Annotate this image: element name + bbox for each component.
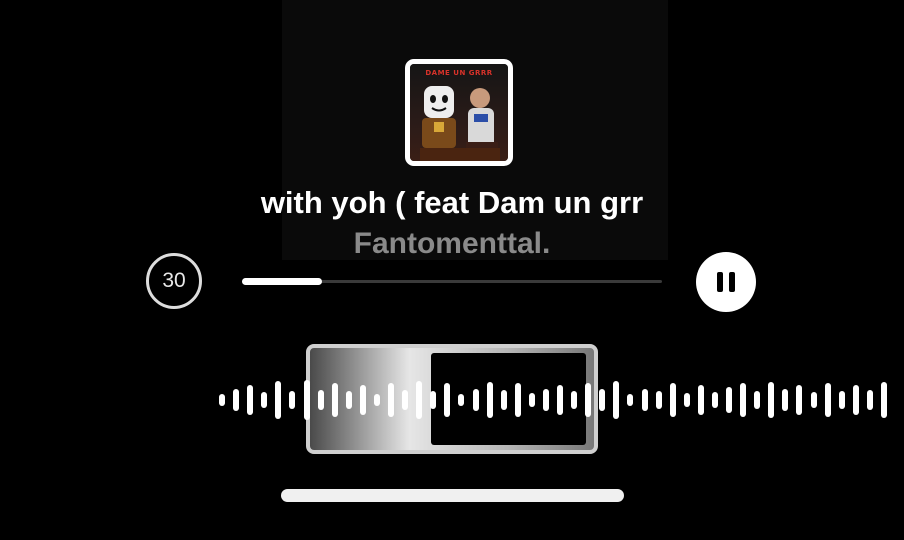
waveform-bar xyxy=(557,385,564,415)
waveform-bar xyxy=(233,389,240,411)
waveform-bar xyxy=(289,391,296,409)
waveform-bar xyxy=(655,391,662,409)
waveform-bar xyxy=(402,390,409,410)
album-art-image xyxy=(410,64,508,161)
waveform-bar xyxy=(782,389,789,411)
pause-icon-bar-left xyxy=(717,272,723,292)
waveform-bar xyxy=(726,387,733,413)
home-indicator[interactable] xyxy=(281,489,624,502)
artist-name[interactable]: Fantomenttal. xyxy=(0,227,904,261)
waveform-bar xyxy=(669,383,676,417)
song-title: with yoh ( feat Dam un grr xyxy=(260,185,644,220)
waveform-bar xyxy=(754,391,761,409)
waveform-bar xyxy=(711,392,718,408)
waveform-bar xyxy=(219,394,225,406)
waveform-bar xyxy=(373,394,380,406)
waveform-bar xyxy=(852,385,859,415)
pause-button[interactable] xyxy=(696,252,756,312)
skip-30-button[interactable]: 30 xyxy=(146,253,202,309)
waveform-bar xyxy=(261,392,268,408)
audio-waveform[interactable] xyxy=(0,340,904,460)
waveform-bar xyxy=(388,383,395,417)
waveform-bar xyxy=(740,383,747,417)
waveform-bar xyxy=(697,385,704,415)
waveform-bar xyxy=(486,382,493,418)
waveform-bar xyxy=(359,385,366,415)
waveform-bar xyxy=(683,393,690,407)
waveform-bar xyxy=(275,381,282,419)
waveform-bar xyxy=(430,391,437,409)
album-cover-text: DAME UN GRRR xyxy=(425,69,493,77)
playback-progress-fill xyxy=(242,278,322,285)
waveform-bar xyxy=(303,380,310,420)
waveform-bar xyxy=(542,389,549,411)
waveform-bar xyxy=(585,383,592,417)
waveform-bar xyxy=(768,382,775,418)
waveform-bar xyxy=(331,383,338,417)
waveform-bar xyxy=(317,390,324,410)
waveform-bar xyxy=(641,389,648,411)
waveform-bar xyxy=(613,381,620,419)
waveform-bar xyxy=(444,383,451,417)
pause-icon-bar-right xyxy=(729,272,735,292)
waveform-bar xyxy=(416,381,423,419)
playback-progress-bar[interactable] xyxy=(242,278,662,285)
waveform-bar xyxy=(881,382,887,418)
waveform-bar xyxy=(247,385,254,415)
album-cover[interactable]: DAME UN GRRR xyxy=(405,59,513,166)
waveform-bar xyxy=(810,392,817,408)
waveform-bar xyxy=(472,389,479,411)
waveform-bar xyxy=(627,394,634,406)
waveform-bar xyxy=(458,394,465,406)
waveform-bar xyxy=(824,383,831,417)
waveform-bar xyxy=(796,385,803,415)
waveform-bar xyxy=(599,389,606,411)
waveform-bar xyxy=(528,393,535,407)
album-art-illustration xyxy=(420,86,500,161)
waveform-bar xyxy=(345,391,352,409)
waveform-bar xyxy=(866,390,873,410)
waveform-bar xyxy=(514,383,521,417)
waveform-bar xyxy=(571,391,578,409)
waveform-bar xyxy=(838,391,845,409)
skip-30-label: 30 xyxy=(162,269,186,292)
waveform-bar xyxy=(500,390,507,410)
